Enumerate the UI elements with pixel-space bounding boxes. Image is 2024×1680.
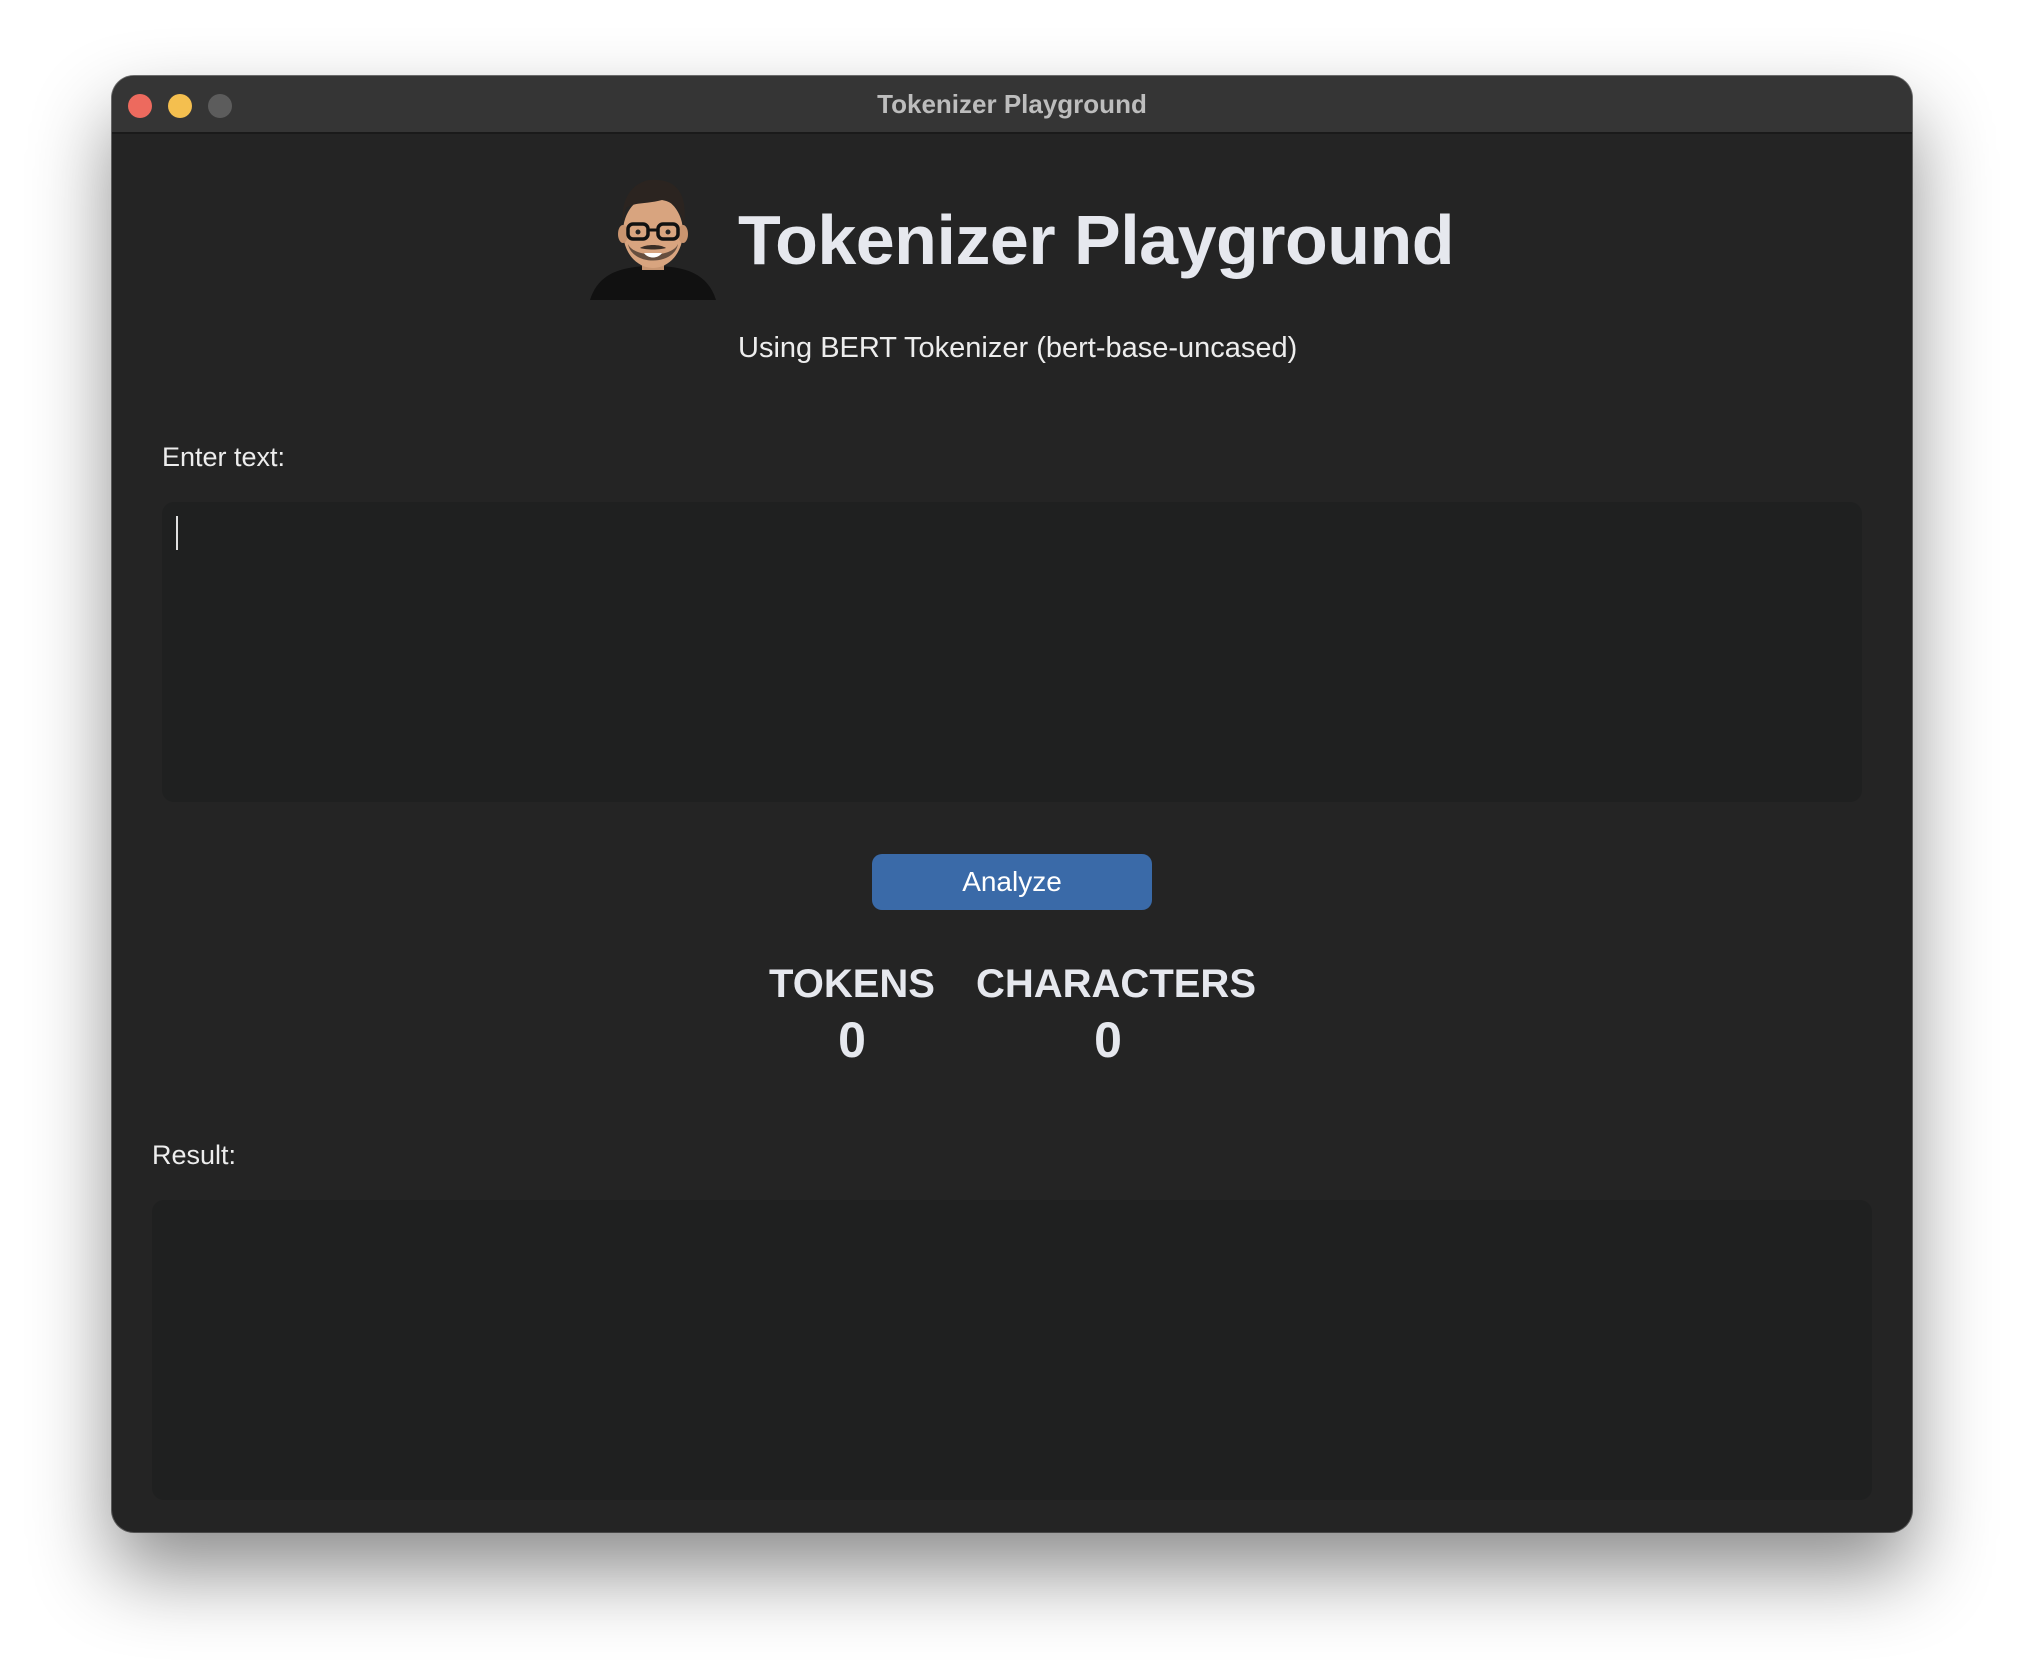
page-title: Tokenizer Playground	[738, 201, 1455, 279]
result-output	[152, 1200, 1872, 1500]
tokens-count: 0	[838, 1012, 866, 1068]
tokens-stat: TOKENS 0	[764, 960, 940, 1070]
window-title: Tokenizer Playground	[877, 89, 1147, 119]
result-label: Result:	[152, 1140, 237, 1170]
characters-count: 0	[1094, 1012, 1122, 1068]
input-label: Enter text:	[162, 442, 286, 472]
cartoon-avatar-icon	[590, 179, 716, 300]
characters-label: CHARACTERS	[976, 962, 1256, 1006]
analyze-button[interactable]: Analyze	[872, 854, 1152, 910]
text-input[interactable]	[162, 502, 1862, 802]
tokenizer-subtitle: Using BERT Tokenizer (bert-base-uncased)	[738, 332, 1298, 364]
main-content: Tokenizer Playground Using BERT Tokenize…	[112, 134, 1912, 1532]
characters-stat: CHARACTERS 0	[976, 960, 1256, 1070]
app-window: Tokenizer Playground Tokenizer Playgroun…	[112, 76, 1912, 1532]
text-caret	[176, 516, 178, 550]
title-bar: Tokenizer Playground	[112, 76, 1912, 134]
tokens-label: TOKENS	[769, 962, 935, 1006]
